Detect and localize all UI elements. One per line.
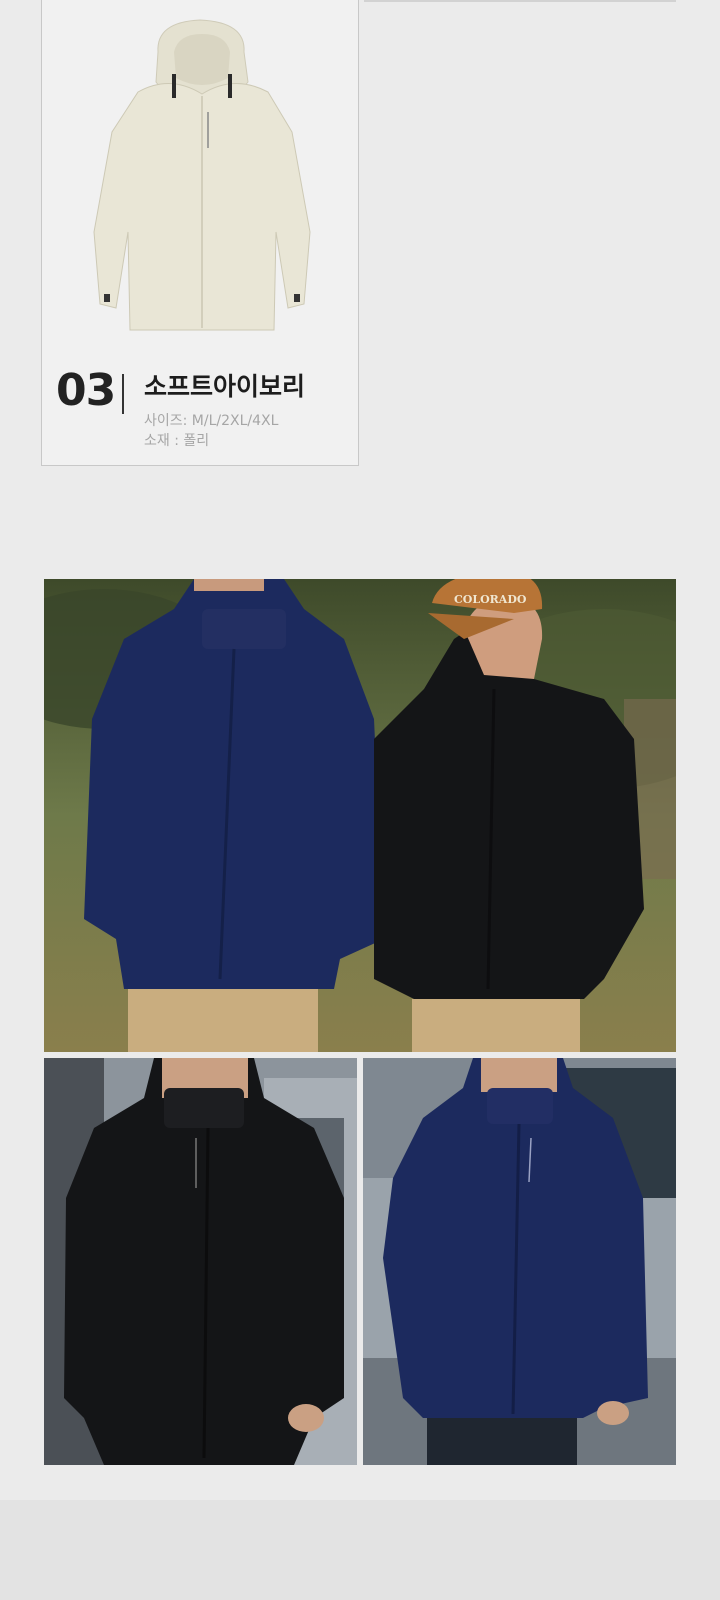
product-number: 03 [56, 365, 116, 416]
black-jacket-model-photo [44, 1058, 357, 1465]
product-color-name: 소프트아이보리 [144, 372, 306, 401]
footer-band [0, 1500, 720, 1600]
product-card[interactable]: 03 소프트아이보리 사이즈: M/L/2XL/4XL 소재 : 폴리 [41, 0, 359, 466]
title-separator [122, 374, 124, 414]
cap-text: COLORADO [454, 593, 527, 606]
size-info: 사이즈: M/L/2XL/4XL [144, 413, 279, 429]
ivory-jacket-image [78, 12, 328, 342]
couple-model-photo: COLORADO [44, 579, 676, 1052]
top-divider [364, 0, 676, 2]
navy-jacket-model-photo [363, 1058, 676, 1465]
material-info: 소재 : 폴리 [144, 433, 210, 449]
